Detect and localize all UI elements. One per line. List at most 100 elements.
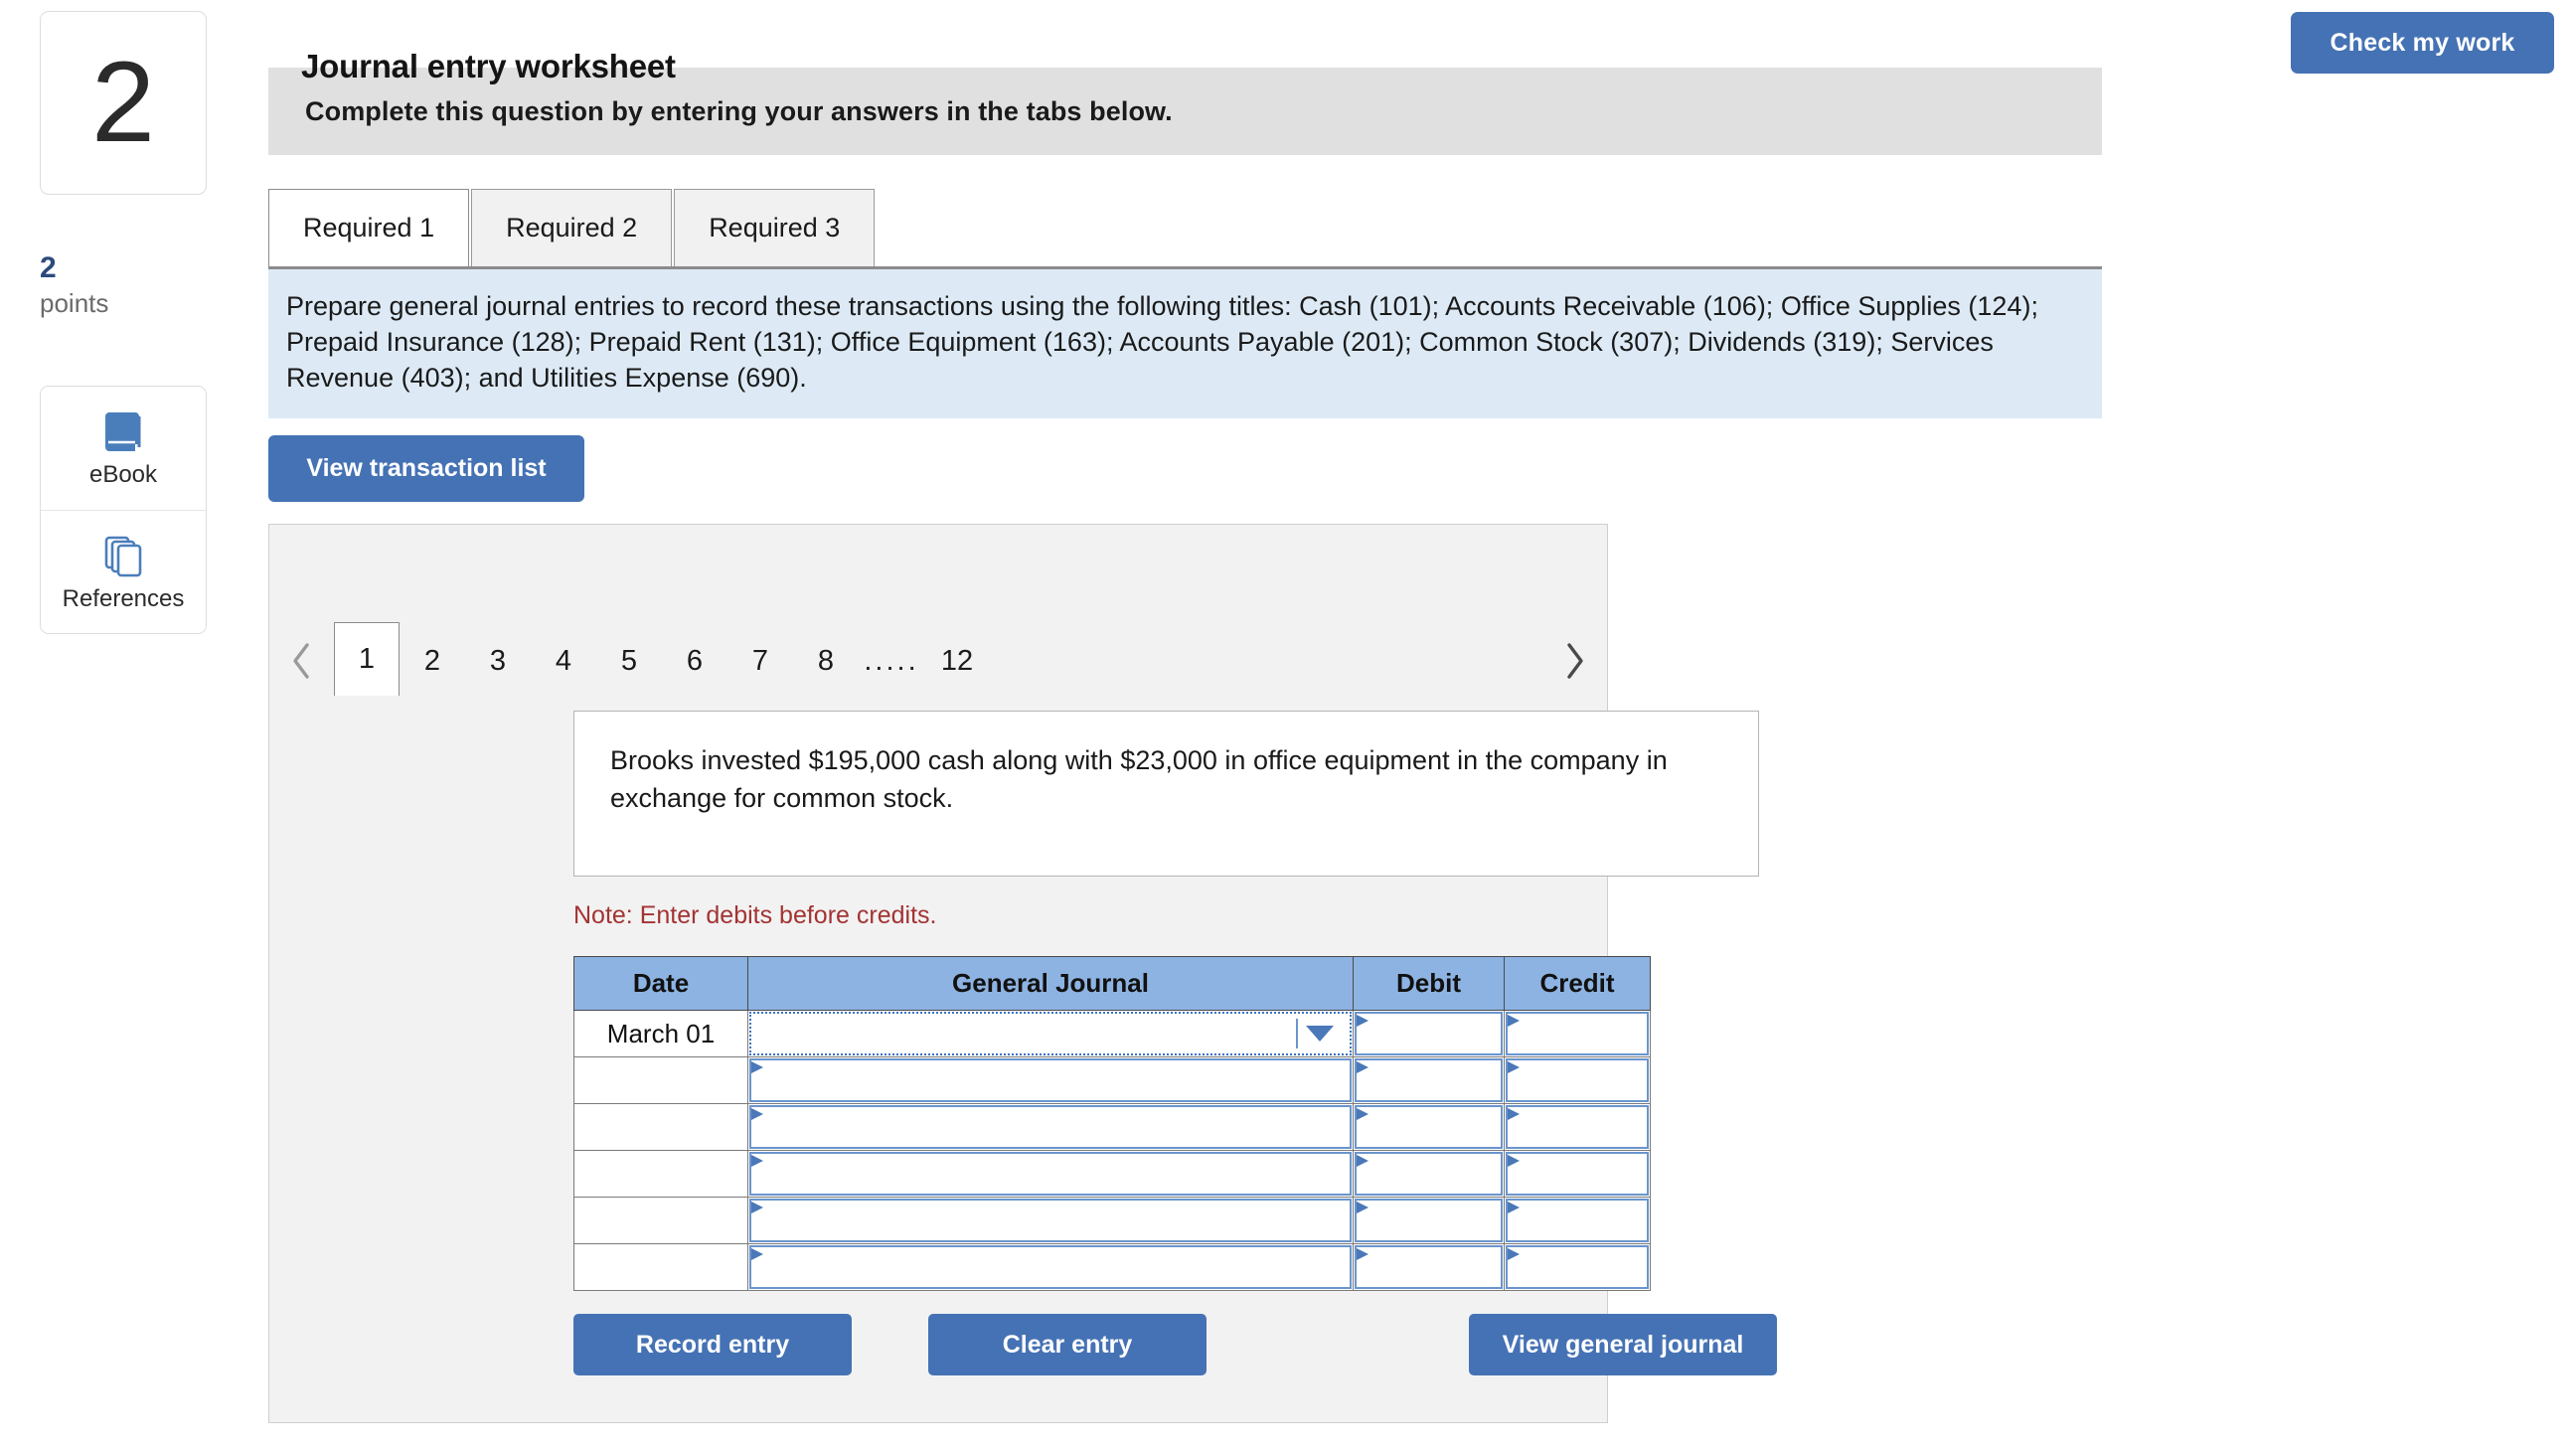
check-my-work-button[interactable]: Check my work [2291, 12, 2554, 74]
row-6-account-cell[interactable] [747, 1243, 1354, 1291]
points-value: 2 [40, 251, 57, 284]
left-rail: 2 2 points eBook References [0, 0, 248, 1449]
book-icon [99, 409, 147, 455]
row-5-debit-input[interactable] [1355, 1199, 1503, 1242]
row-2-debit-input[interactable] [1355, 1058, 1503, 1102]
pager-page-3[interactable]: 3 [465, 626, 531, 696]
row-3-credit-cell[interactable] [1504, 1103, 1651, 1151]
row-2-credit-input[interactable] [1506, 1058, 1649, 1102]
row-5-date-cell[interactable] [573, 1197, 748, 1244]
pager-page-12[interactable]: 12 [924, 626, 990, 696]
cell-marker-icon [1508, 1015, 1520, 1027]
row-5-debit-cell[interactable] [1353, 1197, 1505, 1244]
pager-page-8[interactable]: 8 [793, 626, 859, 696]
pager-page-7[interactable]: 7 [727, 626, 793, 696]
row-2-credit-cell[interactable] [1504, 1056, 1651, 1104]
points-label: points [40, 287, 109, 318]
cell-marker-icon [1508, 1108, 1520, 1120]
row-4-credit-input[interactable] [1506, 1152, 1649, 1196]
row-3-debit-cell[interactable] [1353, 1103, 1505, 1151]
references-tool[interactable]: References [41, 510, 206, 633]
tools-panel: eBook References [40, 386, 207, 634]
worksheet-title: Journal entry worksheet [301, 48, 676, 84]
tab-required-2[interactable]: Required 2 [471, 189, 673, 266]
row-5-credit-input[interactable] [1506, 1199, 1649, 1242]
row-1-credit-cell[interactable] [1504, 1010, 1651, 1057]
row-6-credit-cell[interactable] [1504, 1243, 1651, 1291]
dropdown-separator [1296, 1019, 1298, 1048]
row-6-debit-cell[interactable] [1353, 1243, 1505, 1291]
tab-required-3-label: Required 3 [709, 213, 841, 242]
row-1-account-input[interactable] [749, 1012, 1352, 1055]
row-5-account-cell[interactable] [747, 1197, 1354, 1244]
view-transaction-list-button[interactable]: View transaction list [268, 435, 584, 502]
chevron-right-icon[interactable] [1542, 626, 1608, 696]
worksheet-actions: Record entry Clear entry View general jo… [268, 1314, 1777, 1393]
cell-marker-icon [1357, 1015, 1368, 1027]
row-4-debit-input[interactable] [1355, 1152, 1503, 1196]
table-row [573, 1150, 1651, 1198]
question-number: 2 [91, 39, 155, 166]
journal-table-header-row: Date General Journal Debit Credit [573, 956, 1651, 1011]
row-3-date-cell[interactable] [573, 1103, 748, 1151]
row-5-credit-cell[interactable] [1504, 1197, 1651, 1244]
table-row [573, 1103, 1651, 1151]
row-4-debit-cell[interactable] [1353, 1150, 1505, 1198]
row-3-debit-input[interactable] [1355, 1105, 1503, 1149]
pager-page-1[interactable]: 1 [334, 622, 400, 696]
row-6-credit-input[interactable] [1506, 1245, 1649, 1289]
pager-page-8-label: 8 [817, 645, 835, 677]
pager-page-1-label: 1 [358, 643, 376, 675]
row-2-date-cell[interactable] [573, 1056, 748, 1104]
cell-marker-icon [751, 1108, 763, 1120]
record-entry-button[interactable]: Record entry [573, 1314, 852, 1375]
row-1-debit-cell[interactable] [1353, 1010, 1505, 1057]
pager-page-2[interactable]: 2 [400, 626, 465, 696]
row-1-debit-input[interactable] [1355, 1012, 1503, 1055]
question-number-box: 2 [40, 11, 207, 195]
row-4-credit-cell[interactable] [1504, 1150, 1651, 1198]
chevron-left-icon[interactable] [268, 626, 334, 696]
row-1-account-cell[interactable] [747, 1010, 1354, 1057]
row-3-credit-input[interactable] [1506, 1105, 1649, 1149]
row-4-date-cell[interactable] [573, 1150, 748, 1198]
chevron-down-icon[interactable] [1306, 1026, 1334, 1042]
pager-page-2-label: 2 [423, 645, 441, 677]
cell-marker-icon [751, 1061, 763, 1073]
row-3-account-input[interactable] [749, 1105, 1352, 1149]
view-general-journal-button[interactable]: View general journal [1469, 1314, 1777, 1375]
column-header-general-journal: General Journal [747, 956, 1354, 1011]
row-1-date-cell[interactable]: March 01 [573, 1010, 748, 1057]
row-6-date-cell[interactable] [573, 1243, 748, 1291]
row-4-account-input[interactable] [749, 1152, 1352, 1196]
clear-entry-button[interactable]: Clear entry [928, 1314, 1207, 1375]
tab-required-2-label: Required 2 [506, 213, 638, 242]
row-1-credit-input[interactable] [1506, 1012, 1649, 1055]
cell-marker-icon [1357, 1248, 1368, 1260]
pager-page-12-label: 12 [940, 645, 974, 677]
row-6-account-input[interactable] [749, 1245, 1352, 1289]
tab-required-1[interactable]: Required 1 [268, 189, 470, 266]
pager-page-5[interactable]: 5 [596, 626, 662, 696]
ebook-tool[interactable]: eBook [41, 387, 206, 510]
row-2-debit-cell[interactable] [1353, 1056, 1505, 1104]
row-3-account-cell[interactable] [747, 1103, 1354, 1151]
references-label: References [62, 584, 185, 612]
cell-marker-icon [1357, 1108, 1368, 1120]
pager-page-4[interactable]: 4 [531, 626, 596, 696]
pager-page-6[interactable]: 6 [662, 626, 727, 696]
row-2-account-cell[interactable] [747, 1056, 1354, 1104]
cell-marker-icon [1357, 1155, 1368, 1167]
row-5-account-input[interactable] [749, 1199, 1352, 1242]
tab-required-3[interactable]: Required 3 [674, 189, 876, 266]
row-6-debit-input[interactable] [1355, 1245, 1503, 1289]
table-row [573, 1056, 1651, 1104]
requirement-instruction-text: Prepare general journal entries to recor… [286, 291, 2038, 393]
pager-page-7-label: 7 [751, 645, 769, 677]
journal-entry-table: Date General Journal Debit Credit March … [573, 956, 1651, 1291]
cell-marker-icon [1508, 1248, 1520, 1260]
cell-marker-icon [1508, 1155, 1520, 1167]
row-2-account-input[interactable] [749, 1058, 1352, 1102]
cell-marker-icon [1508, 1202, 1520, 1213]
row-4-account-cell[interactable] [747, 1150, 1354, 1198]
